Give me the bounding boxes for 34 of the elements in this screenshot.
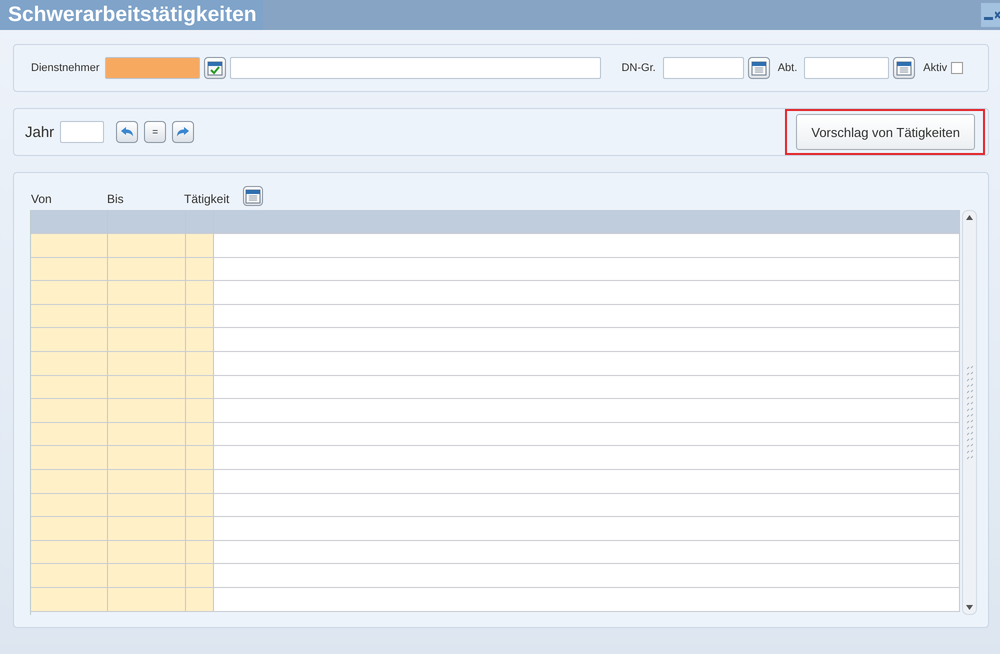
window-title: Schwerarbeitstätigkeiten [0,0,263,30]
scroll-grip-icon[interactable] [966,364,972,460]
year-label: Jahr [25,124,54,140]
employee-label: Dienstnehmer [31,62,100,74]
group-lookup-button[interactable] [748,57,770,79]
year-field[interactable] [60,121,104,143]
group-label: DN-Gr. [621,62,656,74]
employee-name-field[interactable] [230,57,602,79]
calendar-icon [750,60,767,76]
close-icon[interactable] [995,10,1000,20]
undo-arrow-icon [120,126,134,138]
group-field[interactable] [662,57,744,79]
department-label: Abt. [778,62,798,74]
redo-arrow-icon [176,126,190,138]
scrollbar[interactable] [962,210,977,615]
lookup-button[interactable] [204,57,226,79]
column-header: Tätigkeit [184,192,230,206]
scroll-down-icon[interactable] [966,605,973,610]
active-label: Aktiv [923,62,948,74]
scroll-up-icon[interactable] [966,215,973,220]
active-checkbox[interactable] [951,62,964,74]
calendar-icon [896,60,912,76]
department-field[interactable] [804,57,890,79]
column-picker-button[interactable] [243,186,263,206]
calendar-icon [245,188,261,204]
employee-number-field[interactable] [105,57,200,79]
suggest-activities-button[interactable]: Vorschlag von Tätigkeiten [796,114,975,150]
previous-year-button[interactable] [116,121,138,143]
column-header: Von [31,192,52,206]
next-year-button[interactable] [172,121,194,143]
calendar-check-icon [207,60,224,76]
column-header: Bis [107,192,124,206]
department-lookup-button[interactable] [893,57,916,79]
current-year-button[interactable]: = [144,121,166,143]
